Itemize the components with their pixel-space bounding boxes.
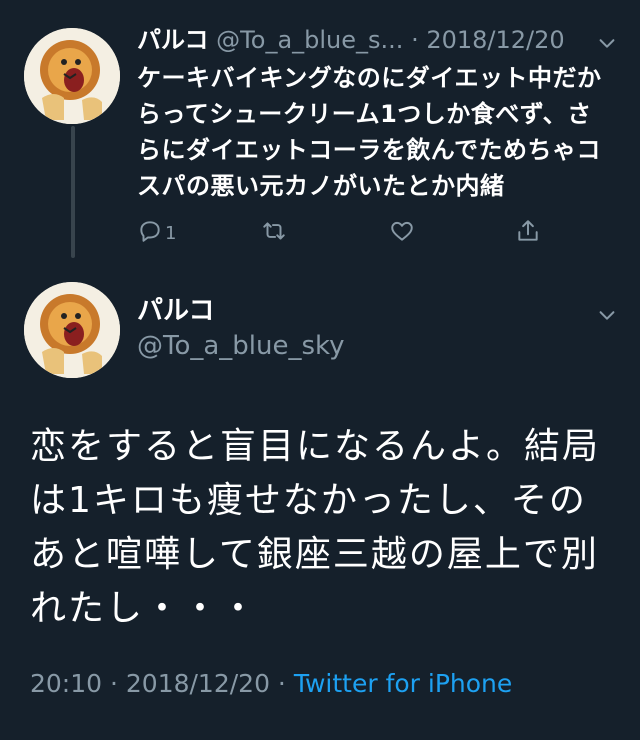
main-author-name[interactable]: パルコ [137,295,214,327]
retweet-button[interactable] [261,218,287,248]
retweet-icon [261,218,287,248]
reply-author-handle[interactable]: @To_a_blue_s... [216,26,403,54]
tweet-timestamp[interactable]: 20:10 · 2018/12/20 · [30,669,294,698]
reply-header: パルコ @To_a_blue_s... · 2018/12/20 [137,24,587,56]
reply-separator: · [411,26,427,54]
reply-author-name[interactable]: パルコ [137,26,209,54]
tweet-source-link[interactable]: Twitter for iPhone [294,669,512,698]
reply-button[interactable]: 1 [137,218,176,248]
thread-line [71,126,75,258]
like-icon [389,218,415,248]
reply-date[interactable]: 2018/12/20 [426,26,564,54]
reply-action-bar: 1 [137,218,557,248]
main-tweet-text: 恋をすると盲目になるんよ。結局は1キロも痩せなかったし、そのあと喧嘩して銀座三越… [30,426,601,629]
share-icon [515,218,541,248]
reply-count: 1 [165,222,177,244]
chevron-down-icon[interactable] [596,32,618,54]
tweet-footer: 20:10 · 2018/12/20 · Twitter for iPhone [30,666,512,702]
share-button[interactable] [515,218,541,248]
reply-icon [137,218,163,248]
main-author-handle[interactable]: @To_a_blue_sky [137,330,345,362]
reply-avatar[interactable] [24,28,120,124]
like-button[interactable] [389,218,415,248]
reply-tweet-text: ケーキバイキングなのにダイエット中だからってシュークリーム1つしか食べず、さらに… [137,64,602,200]
main-avatar[interactable] [24,282,120,378]
chevron-down-icon[interactable] [596,304,618,326]
